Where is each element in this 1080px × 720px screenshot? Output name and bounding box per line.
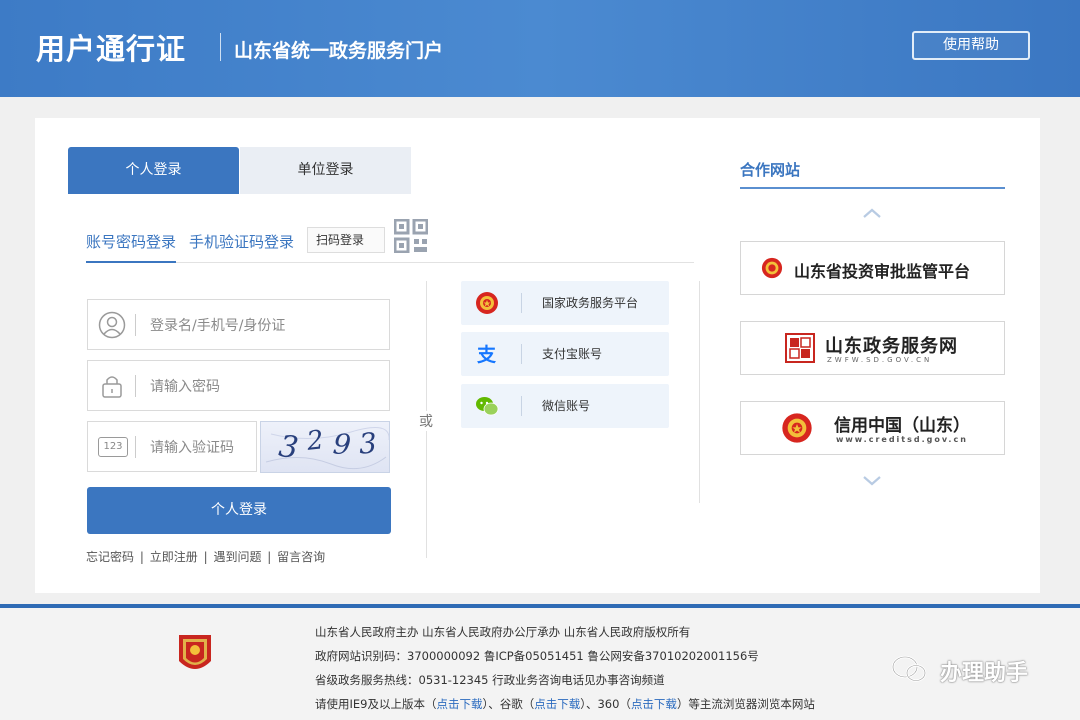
captcha-image[interactable]: 3 2 9 3: [260, 421, 390, 473]
partner-investment-platform[interactable]: 山东省投资审批监管平台: [740, 241, 1005, 295]
qr-code-icon[interactable]: [394, 219, 428, 253]
brand-title: 用户通行证: [36, 32, 187, 66]
help-links: 忘记密码 | 立即注册 | 遇到问题 | 留言咨询: [86, 548, 327, 565]
tab-unit-login[interactable]: 单位登录: [240, 147, 411, 194]
captcha-field[interactable]: 123 请输入验证码: [87, 421, 257, 472]
party-gov-emblem[interactable]: [177, 633, 213, 677]
partner-name: 山东政务服务网: [825, 336, 958, 357]
chevron-down-icon[interactable]: [862, 474, 882, 488]
field-divider: [135, 375, 136, 397]
zwfw-logo-icon: [785, 333, 815, 363]
partner-sd-gov-service[interactable]: 山东政务服务网 ZWFW.SD.GOV.CN: [740, 321, 1005, 375]
problem-link[interactable]: 遇到问题: [213, 550, 261, 564]
message-link[interactable]: 留言咨询: [277, 550, 325, 564]
alipay-icon: 支: [476, 344, 497, 366]
browser-notice-text: ）等主流浏览器浏览本网站: [676, 697, 815, 711]
lock-icon: [102, 376, 122, 398]
field-divider: [135, 436, 136, 458]
username-field[interactable]: 登录名/手机号/身份证: [87, 299, 390, 350]
forgot-password-link[interactable]: 忘记密码: [86, 550, 134, 564]
partner-sites-title: 合作网站: [740, 161, 801, 179]
captcha-char: 9: [331, 427, 353, 462]
browser-notice-text: 请使用IE9及以上版本（: [315, 697, 437, 711]
partner-title-underline: [740, 187, 1005, 189]
subtab-sms-login[interactable]: 手机验证码登录: [189, 231, 294, 252]
chevron-up-icon[interactable]: [862, 206, 882, 220]
item-divider: [521, 293, 522, 313]
browser-notice-text: ）、360（: [580, 697, 631, 711]
national-emblem-icon: [476, 292, 498, 314]
captcha-char: 3: [357, 426, 378, 461]
svg-text:支: 支: [476, 344, 497, 366]
footer-organizers: 山东省人民政府主办 山东省人民政府办公厅承办 山东省人民政府版权所有: [315, 625, 691, 639]
captcha-char: 2: [305, 425, 326, 457]
personal-login-button[interactable]: 个人登录: [87, 487, 391, 534]
watermark-text: 办理助手: [940, 661, 1029, 686]
wechat-login[interactable]: 微信账号: [461, 384, 669, 428]
partner-name: 信用中国（山东）: [834, 416, 970, 436]
vertical-divider: [699, 281, 700, 503]
user-icon: [98, 311, 126, 339]
partner-name: 山东省投资审批监管平台: [794, 262, 971, 281]
link-separator: |: [203, 550, 208, 564]
captcha-placeholder: 请输入验证码: [150, 440, 234, 456]
password-placeholder: 请输入密码: [150, 379, 220, 395]
360-download-link[interactable]: 点击下载: [631, 697, 677, 711]
alipay-label: 支付宝账号: [542, 347, 603, 361]
header-bar: 用户通行证 山东省统一政务服务门户 使用帮助: [0, 0, 1080, 97]
item-divider: [521, 396, 522, 416]
national-emblem-icon: [782, 413, 812, 443]
wechat-watermark-icon: [891, 655, 927, 682]
subtab-password-login[interactable]: 账号密码登录: [86, 231, 177, 263]
alipay-login[interactable]: 支 支付宝账号: [461, 332, 669, 376]
captcha-number-icon: 123: [98, 437, 128, 457]
wechat-icon: [476, 397, 499, 416]
login-method-tabs: 账号密码登录 手机验证码登录 扫码登录: [86, 219, 694, 263]
portal-subtitle: 山东省统一政务服务门户: [234, 40, 444, 62]
wechat-label: 微信账号: [542, 399, 591, 413]
password-field[interactable]: 请输入密码: [87, 360, 390, 411]
field-divider: [135, 314, 136, 336]
qr-login-button[interactable]: 扫码登录: [307, 227, 385, 253]
register-link[interactable]: 立即注册: [150, 550, 198, 564]
national-platform-label: 国家政务服务平台: [542, 296, 639, 310]
item-divider: [521, 344, 522, 364]
national-platform-login[interactable]: 国家政务服务平台: [461, 281, 669, 325]
chrome-download-link[interactable]: 点击下载: [534, 697, 580, 711]
tab-personal-login[interactable]: 个人登录: [68, 147, 239, 194]
partner-url: ZWFW.SD.GOV.CN: [827, 356, 933, 364]
partner-credit-china-sd[interactable]: 信用中国（山东） www.creditsd.gov.cn: [740, 401, 1005, 455]
footer-browser-notice: 请使用IE9及以上版本（点击下载）、谷歌（点击下载）、360（点击下载）等主流浏…: [315, 696, 815, 712]
brand-divider: [220, 33, 221, 61]
partner-url: www.creditsd.gov.cn: [836, 435, 968, 444]
footer-hotline: 省级政务服务热线：0531-12345 行政业务咨询电话见办事咨询频道: [315, 673, 665, 687]
footer-identifiers: 政府网站识别码：3700000092 鲁ICP备05051451 鲁公网安备37…: [315, 649, 759, 663]
ie-download-link[interactable]: 点击下载: [436, 697, 482, 711]
national-emblem-icon: [761, 257, 783, 279]
username-placeholder: 登录名/手机号/身份证: [150, 318, 286, 334]
link-separator: |: [267, 550, 272, 564]
link-separator: |: [139, 550, 144, 564]
browser-notice-text: ）、谷歌（: [482, 697, 535, 711]
or-label: 或: [419, 411, 433, 431]
help-button[interactable]: 使用帮助: [912, 31, 1030, 60]
